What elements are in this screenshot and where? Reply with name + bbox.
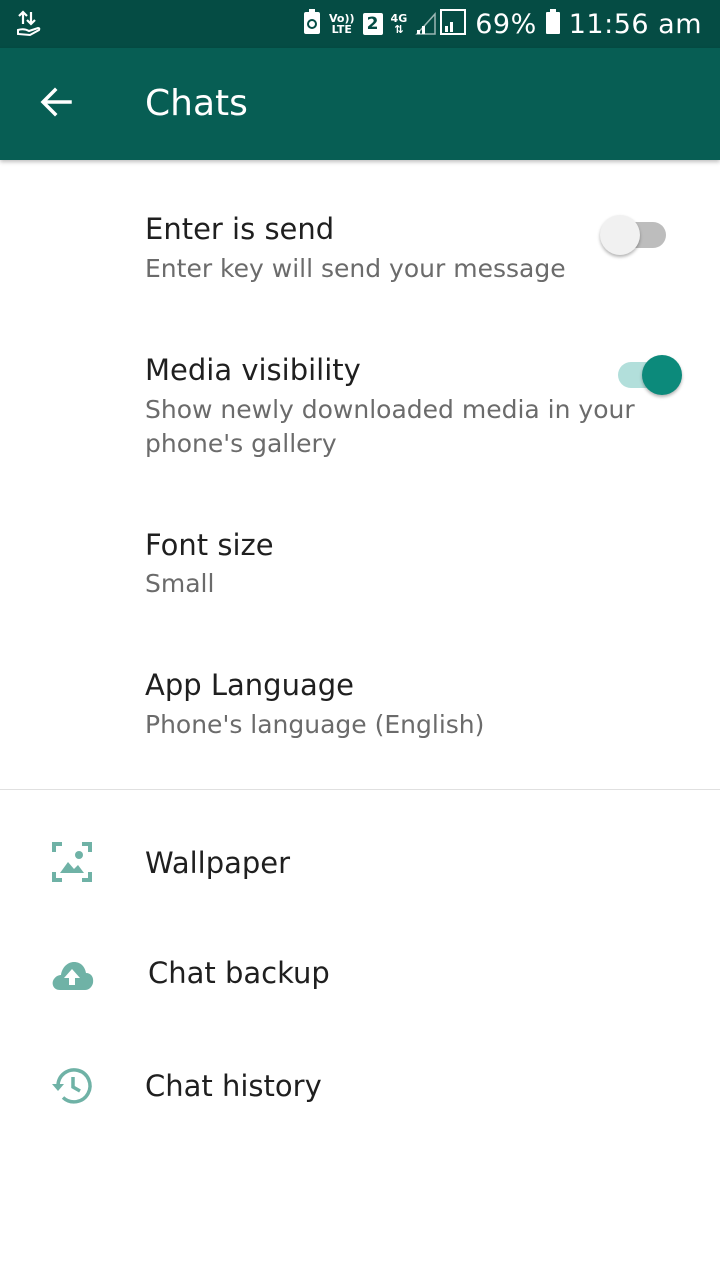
setting-title: App Language bbox=[145, 668, 354, 702]
setting-title: Media visibility bbox=[145, 353, 361, 387]
signal-icon bbox=[415, 8, 467, 40]
back-button[interactable] bbox=[24, 72, 88, 136]
switch-thumb bbox=[600, 215, 640, 255]
setting-title: Enter is send bbox=[145, 212, 335, 246]
setting-value: Small bbox=[145, 569, 215, 598]
setting-subtitle: Enter key will send your message bbox=[145, 254, 566, 283]
cloud-upload-icon bbox=[50, 952, 94, 996]
setting-media-visibility[interactable]: Media visibility Show newly downloaded m… bbox=[0, 330, 720, 480]
battery-saver-icon bbox=[303, 9, 321, 39]
section-divider bbox=[0, 789, 720, 790]
link-wallpaper[interactable]: Wallpaper bbox=[0, 808, 720, 918]
link-chat-backup[interactable]: Chat backup bbox=[0, 918, 720, 1028]
enter-is-send-switch[interactable] bbox=[600, 210, 672, 258]
media-visibility-switch[interactable] bbox=[610, 350, 682, 398]
wallpaper-icon bbox=[50, 840, 94, 884]
setting-app-language[interactable]: App Language Phone's language (English) bbox=[0, 645, 720, 765]
link-label: Chat backup bbox=[148, 956, 330, 990]
setting-enter-is-send[interactable]: Enter is send Enter key will send your m… bbox=[0, 190, 720, 310]
setting-value: Phone's language (English) bbox=[145, 710, 485, 739]
sim-slot-badge: 2 bbox=[362, 13, 383, 35]
link-chat-history[interactable]: Chat history bbox=[0, 1028, 720, 1138]
network-type: 4G ⇅ bbox=[390, 12, 408, 36]
arrow-left-icon bbox=[38, 84, 74, 124]
status-bar: Vo)) LTE 2 4G ⇅ 69% 11:56 am bbox=[0, 0, 720, 48]
volte-indicator: Vo)) LTE bbox=[329, 12, 355, 36]
battery-percent: 69% bbox=[475, 8, 537, 40]
page-title: Chats bbox=[145, 83, 248, 124]
setting-subtitle-line2: phone's gallery bbox=[145, 429, 337, 458]
setting-title: Font size bbox=[145, 528, 274, 562]
setting-subtitle-line1: Show newly downloaded media in your bbox=[145, 395, 635, 424]
clock: 11:56 am bbox=[568, 8, 702, 40]
data-transfer-icon bbox=[16, 10, 42, 38]
switch-thumb bbox=[642, 355, 682, 395]
history-icon bbox=[50, 1064, 94, 1108]
link-label: Chat history bbox=[145, 1069, 322, 1103]
link-label: Wallpaper bbox=[145, 846, 291, 880]
app-bar: Chats bbox=[0, 48, 720, 160]
setting-font-size[interactable]: Font size Small bbox=[0, 505, 720, 625]
battery-icon bbox=[545, 9, 561, 39]
